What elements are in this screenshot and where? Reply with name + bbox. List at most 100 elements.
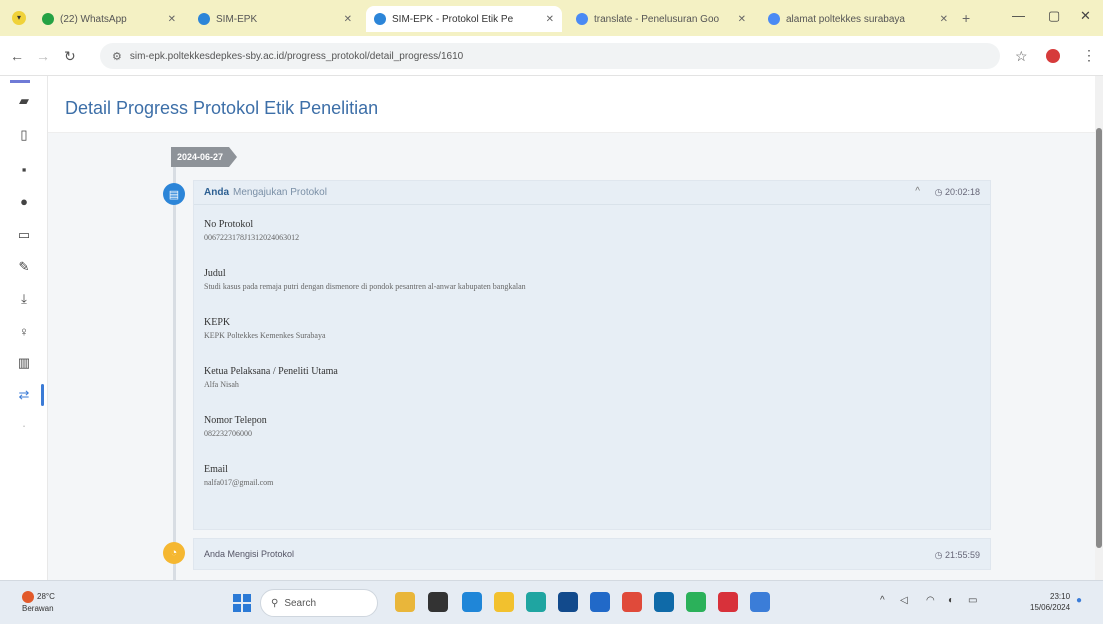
field-email: Email nalfa017@gmail.com: [204, 464, 990, 487]
dot-icon: ·: [21, 417, 27, 433]
field-label: Email: [204, 464, 228, 475]
store-app-icon[interactable]: [558, 592, 578, 612]
close-icon[interactable]: ✕: [540, 14, 554, 25]
timeline-item-text: Anda Mengisi Protokol: [204, 549, 295, 559]
tab-protokol-etik[interactable]: SIM-EPK - Protokol Etik Pe ✕: [366, 6, 562, 32]
google-icon: [768, 13, 780, 25]
photos-app-icon[interactable]: [750, 592, 770, 612]
back-icon[interactable]: ←: [10, 48, 24, 64]
start-button[interactable]: [233, 594, 251, 612]
outlook-app-icon[interactable]: [654, 592, 674, 612]
field-label: Nomor Telepon: [204, 415, 267, 426]
new-tab-icon[interactable]: +: [962, 10, 970, 26]
tray-chevron-icon[interactable]: ^: [880, 595, 885, 606]
tab-alamat[interactable]: alamat poltekkes surabaya ✕: [760, 6, 956, 32]
browser-menu-icon[interactable]: ▾: [12, 11, 26, 25]
sidebar-item-edit[interactable]: ✎: [0, 254, 48, 280]
word-app-icon[interactable]: [590, 592, 610, 612]
notification-icon[interactable]: ●: [1076, 595, 1082, 606]
tab-whatsapp[interactable]: (22) WhatsApp ✕: [34, 6, 184, 32]
sidebar-item-document[interactable]: ▯: [0, 122, 48, 148]
tab-label: SIM-EPK: [216, 13, 258, 25]
taskbar-clock[interactable]: 23:10 15/06/2024: [1030, 591, 1070, 613]
close-window-icon[interactable]: ✕: [1080, 8, 1091, 24]
task-view-icon[interactable]: [428, 592, 448, 612]
clock-icon: ◷: [934, 187, 943, 197]
bulb-icon: ♀: [19, 323, 29, 339]
profile-avatar[interactable]: [1046, 49, 1060, 63]
monitor-icon: ▭: [17, 227, 31, 242]
sidebar-item-bulb[interactable]: ♀: [0, 318, 48, 344]
site-icon: [374, 13, 386, 25]
page-title: Detail Progress Protokol Etik Penelitian: [65, 98, 379, 118]
book-icon: ▪: [21, 161, 27, 177]
chrome-app-icon[interactable]: [526, 592, 546, 612]
sidebar-item-grid[interactable]: ▥: [0, 350, 48, 376]
timestamp: ◷ 21:55:59: [935, 550, 980, 561]
page-scrollbar[interactable]: [1095, 76, 1103, 580]
search-icon: ⚲: [271, 597, 279, 609]
edge-app-icon[interactable]: [462, 592, 482, 612]
sidebar-item-circle[interactable]: ●: [0, 188, 48, 214]
main-content: Detail Progress Protokol Etik Penelitian…: [48, 76, 1095, 586]
timeline-date-label: 2024-06-27: [171, 147, 238, 167]
minimize-icon[interactable]: —: [1012, 8, 1025, 23]
browser-tab-bar: ▾ (22) WhatsApp ✕ SIM-EPK ✕ SIM-EPK - Pr…: [0, 0, 1103, 36]
field-value: Studi kasus pada remaja putri dengan dis…: [204, 282, 526, 291]
field-value: Alfa Nisah: [204, 380, 239, 389]
taskbar-search[interactable]: ⚲ Search: [260, 589, 378, 617]
sidebar-accent: [10, 80, 30, 83]
timestamp-text: 20:02:18: [944, 187, 980, 197]
sidebar-item-book[interactable]: ▪: [0, 156, 48, 182]
google-icon: [576, 13, 588, 25]
more-menu-icon[interactable]: ⋮: [1082, 47, 1096, 64]
field-nomor-telepon: Nomor Telepon 082232706000: [204, 415, 990, 438]
collapse-icon[interactable]: ^: [915, 186, 920, 197]
whatsapp-app-icon[interactable]: [686, 592, 706, 612]
file-explorer-icon[interactable]: [494, 592, 514, 612]
weather-temp: 28°C: [37, 592, 55, 602]
url-bar[interactable]: ⚙ sim-epk.poltekkesdepkes-sby.ac.id/prog…: [100, 43, 1000, 69]
maximize-icon[interactable]: ▢: [1048, 8, 1060, 24]
sidebar-item-more[interactable]: ·: [0, 412, 48, 438]
circle-icon: ●: [20, 193, 28, 209]
wifi-icon[interactable]: ◠: [926, 595, 935, 606]
site-info-icon[interactable]: ⚙: [112, 50, 122, 63]
close-icon[interactable]: ✕: [162, 14, 176, 25]
sidebar-item-progress[interactable]: ⇄: [0, 382, 48, 408]
volume-icon[interactable]: ◐: [948, 595, 954, 606]
app-sidebar: ▰ ▯ ▪ ● ▭ ✎ ⤓ ♀ ▥ ⇄ ·: [0, 76, 48, 580]
weather-widget[interactable]: 28°C Berawan: [22, 591, 55, 614]
tray-sound-icon[interactable]: ◁: [900, 595, 908, 606]
tab-translate[interactable]: translate - Penelusuran Goo ✕: [568, 6, 754, 32]
url-text: sim-epk.poltekkesdepkes-sby.ac.id/progre…: [129, 50, 464, 62]
sidebar-item-briefcase[interactable]: ▰: [0, 88, 48, 114]
field-judul: Judul Studi kasus pada remaja putri deng…: [204, 268, 990, 291]
browser-app-icon[interactable]: [622, 592, 642, 612]
close-icon[interactable]: ✕: [934, 14, 948, 25]
bookmark-star-icon[interactable]: ☆: [1015, 48, 1028, 65]
tab-label: translate - Penelusuran Goo: [594, 13, 720, 25]
widgets-app-icon[interactable]: [395, 592, 415, 612]
whatsapp-icon: [42, 13, 54, 25]
field-label: Judul: [204, 268, 226, 279]
sidebar-item-download[interactable]: ⤓: [0, 286, 48, 312]
mcafee-app-icon[interactable]: [718, 592, 738, 612]
close-icon[interactable]: ✕: [732, 14, 746, 25]
reload-icon[interactable]: ↻: [64, 48, 76, 65]
weather-icon: [22, 591, 34, 603]
battery-icon[interactable]: ▭: [968, 595, 977, 606]
field-ketua-pelaksana: Ketua Pelaksana / Peneliti Utama Alfa Ni…: [204, 366, 990, 389]
exchange-icon: ⇄: [18, 387, 30, 402]
close-icon[interactable]: ✕: [338, 14, 352, 25]
timeline-item-header: Anda Mengajukan Protokol ^ ◷ 20:02:18: [194, 181, 990, 205]
tab-sim-epk[interactable]: SIM-EPK ✕: [190, 6, 360, 32]
address-bar-row: ← → ↻ ⚙ sim-epk.poltekkesdepkes-sby.ac.i…: [0, 36, 1103, 76]
tab-label: (22) WhatsApp: [60, 13, 127, 25]
timeline-line: [173, 166, 176, 586]
sidebar-item-monitor[interactable]: ▭: [0, 222, 48, 248]
grid-icon: ▥: [17, 355, 31, 370]
forward-icon[interactable]: →: [36, 48, 50, 64]
scrollbar-thumb[interactable]: [1096, 128, 1102, 548]
tab-label: alamat poltekkes surabaya: [786, 13, 905, 25]
